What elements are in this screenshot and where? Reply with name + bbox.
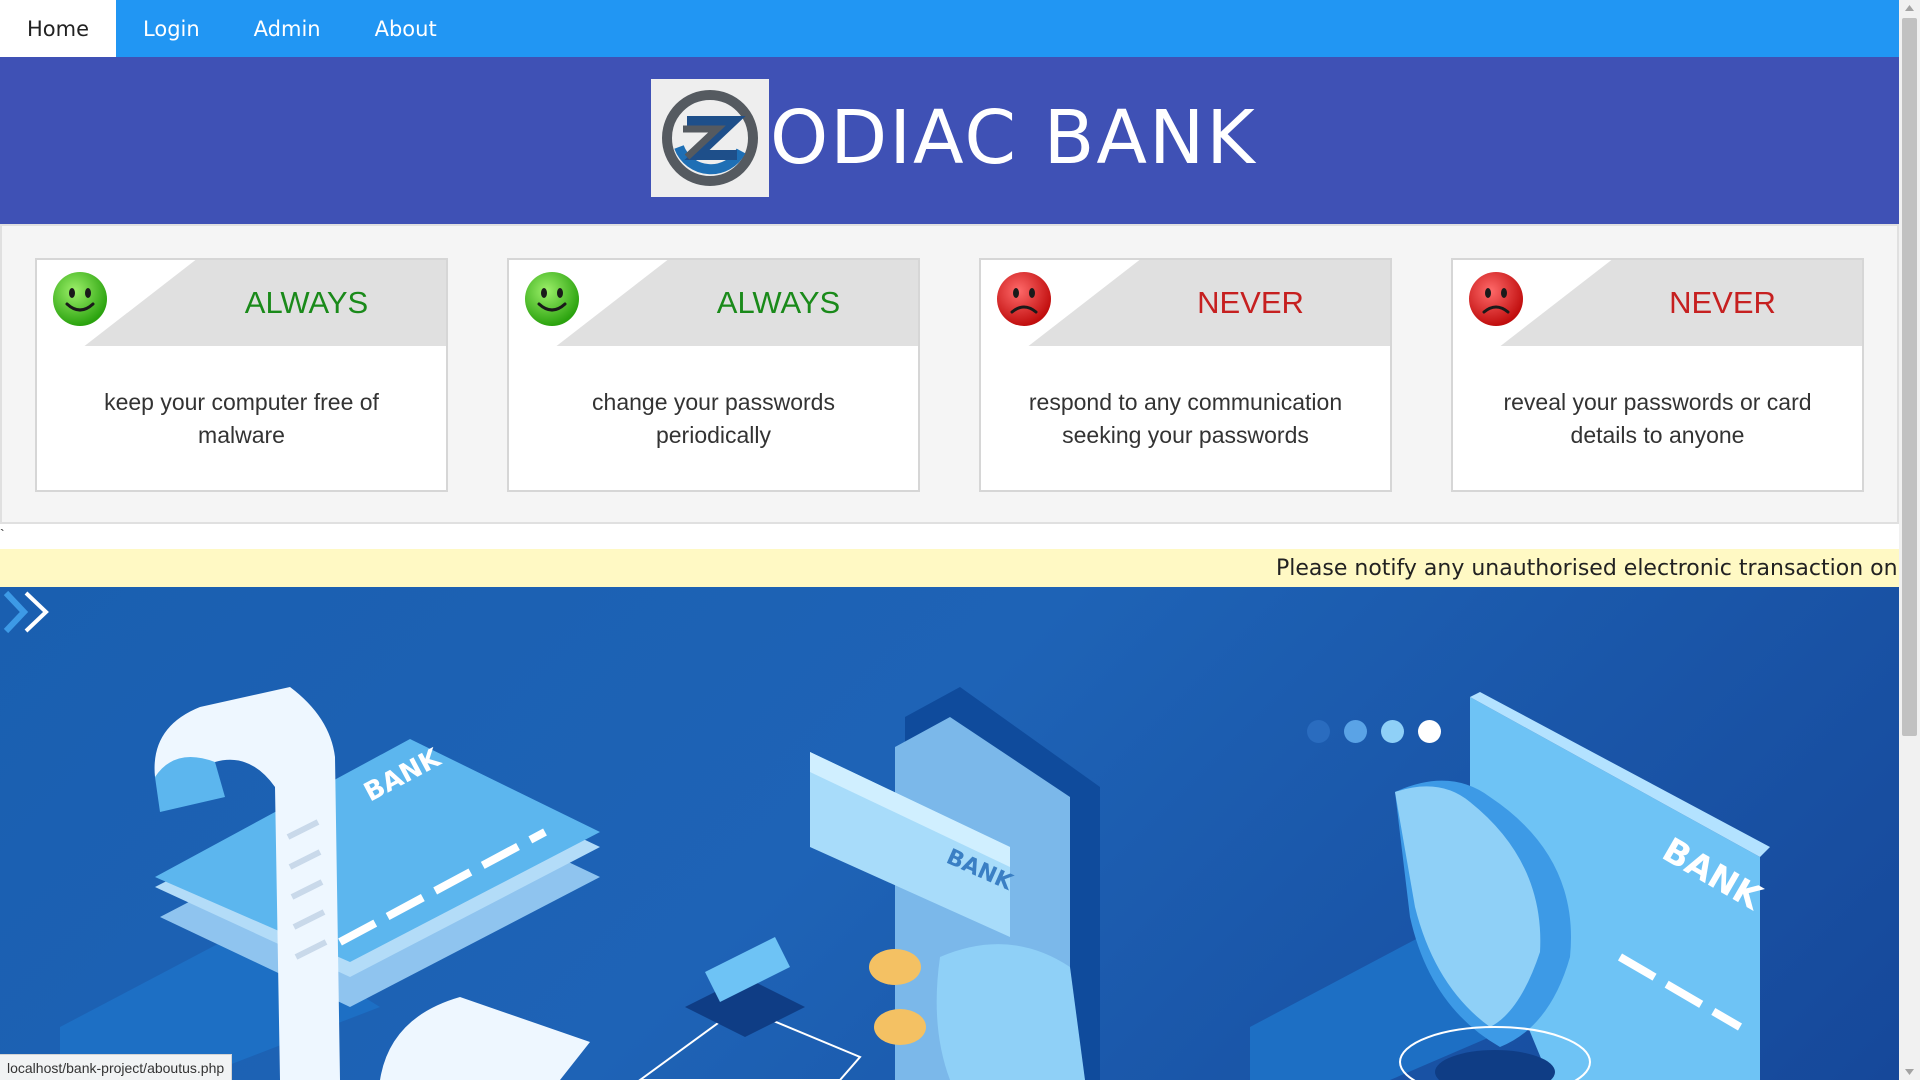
tip-text: change your passwords periodically bbox=[592, 389, 835, 448]
tip-card: NEVER respond to any communication seeki… bbox=[979, 258, 1392, 492]
carousel-dot[interactable] bbox=[1344, 720, 1367, 743]
nav-home[interactable]: Home bbox=[0, 0, 117, 57]
stray-character: ` bbox=[0, 526, 5, 542]
carousel-dot[interactable] bbox=[1307, 720, 1330, 743]
notice-marquee: Please notify any unauthorised electroni… bbox=[0, 549, 1899, 587]
scroll-up-arrow-icon[interactable] bbox=[1899, 0, 1920, 17]
tip-heading: NEVER bbox=[1197, 285, 1304, 320]
tip-heading: ALWAYS bbox=[716, 285, 841, 320]
site-header: ODIAC BANK bbox=[0, 57, 1899, 224]
top-nav: Home Login Admin About bbox=[0, 0, 1899, 57]
double-chevron-right-icon[interactable] bbox=[0, 587, 60, 637]
tip-heading: ALWAYS bbox=[244, 285, 369, 320]
tip-card: ALWAYS keep your computer free of malwar… bbox=[35, 258, 448, 492]
safety-tips-panel: ALWAYS keep your computer free of malwar… bbox=[0, 224, 1899, 524]
happy-face-icon bbox=[525, 272, 579, 326]
hero-carousel: BANK BANK BANK bbox=[0, 587, 1899, 1080]
tip-text: keep your computer free of malware bbox=[104, 389, 379, 448]
scrollbar-thumb[interactable] bbox=[1902, 18, 1917, 736]
tip-text: respond to any communication seeking you… bbox=[1028, 389, 1343, 448]
sad-face-icon bbox=[997, 272, 1051, 326]
tip-card: NEVER reveal your passwords or card deta… bbox=[1451, 258, 1864, 492]
vertical-scrollbar[interactable] bbox=[1899, 0, 1920, 1080]
notice-text: Please notify any unauthorised electroni… bbox=[1276, 555, 1899, 581]
happy-face-icon bbox=[53, 272, 107, 326]
zodiac-logo-icon bbox=[651, 79, 769, 197]
brand-name: ODIAC BANK bbox=[770, 95, 1257, 181]
scroll-down-arrow-icon[interactable] bbox=[1899, 1063, 1920, 1080]
tip-text: reveal your passwords or card details to… bbox=[1503, 389, 1812, 448]
banking-illustration: BANK BANK BANK bbox=[60, 687, 1770, 1080]
link-status-url: localhost/bank-project/aboutus.php bbox=[0, 1054, 233, 1080]
sad-face-icon bbox=[1469, 272, 1523, 326]
nav-about[interactable]: About bbox=[348, 0, 464, 57]
carousel-dot[interactable] bbox=[1381, 720, 1404, 743]
carousel-indicators bbox=[1307, 720, 1441, 743]
nav-admin[interactable]: Admin bbox=[227, 0, 348, 57]
carousel-dot-active[interactable] bbox=[1418, 720, 1441, 743]
tip-card: ALWAYS change your passwords periodicall… bbox=[507, 258, 920, 492]
nav-login[interactable]: Login bbox=[116, 0, 227, 57]
tip-heading: NEVER bbox=[1669, 285, 1776, 320]
